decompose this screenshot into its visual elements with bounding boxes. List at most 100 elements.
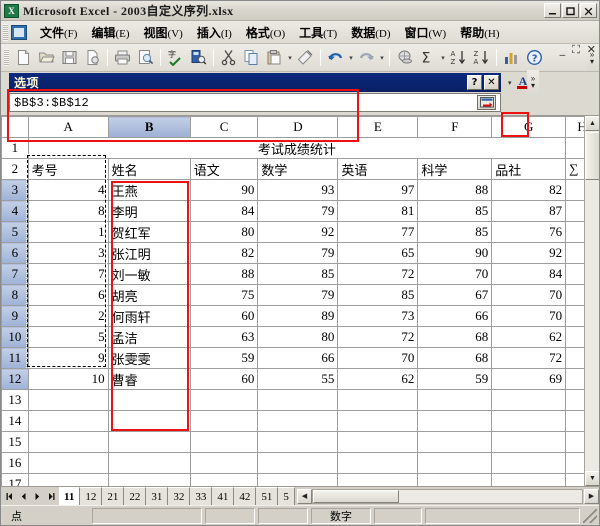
select-all-corner[interactable] bbox=[1, 116, 29, 138]
cell-g10[interactable]: 62 bbox=[491, 326, 567, 348]
column-header-d[interactable]: D bbox=[257, 116, 339, 138]
cell-e2[interactable]: 英语 bbox=[337, 158, 419, 180]
cell-b4[interactable]: 李明 bbox=[107, 200, 191, 222]
cell-b3[interactable]: 王燕 bbox=[107, 179, 191, 201]
paste-icon[interactable] bbox=[264, 47, 285, 68]
menu-window[interactable]: 窗口(W) bbox=[398, 22, 454, 43]
sheet-tab-52-partial[interactable]: 5 bbox=[278, 487, 295, 505]
row-header-8[interactable]: 8 bbox=[1, 284, 29, 306]
resize-grip[interactable] bbox=[583, 508, 597, 523]
dialog-help-button[interactable]: ? bbox=[467, 75, 482, 90]
sheet-tab-41[interactable]: 41 bbox=[212, 487, 235, 505]
toolbar-gripper[interactable] bbox=[4, 49, 9, 66]
last-sheet-button[interactable] bbox=[44, 488, 58, 504]
previous-sheet-button[interactable] bbox=[16, 488, 30, 504]
workbook-close-button[interactable]: ✕ bbox=[587, 43, 596, 57]
spelling-icon[interactable]: 字 bbox=[165, 47, 186, 68]
scroll-right-button[interactable]: ▶ bbox=[584, 488, 599, 504]
redo-chevron-down-icon[interactable]: ▾ bbox=[378, 47, 386, 68]
cell-g7[interactable]: 84 bbox=[491, 263, 567, 285]
cell-b13[interactable] bbox=[107, 389, 191, 411]
cell-b16[interactable] bbox=[107, 452, 191, 474]
workbook-icon[interactable] bbox=[11, 24, 27, 40]
cell-b2[interactable]: 姓名 bbox=[107, 158, 191, 180]
cell-d7[interactable]: 85 bbox=[257, 263, 339, 285]
cell-g14[interactable] bbox=[491, 410, 567, 432]
row-header-5[interactable]: 5 bbox=[1, 221, 29, 243]
cell-g2[interactable]: 品社 bbox=[491, 158, 567, 180]
cell-a7[interactable]: 7 bbox=[27, 263, 109, 285]
cell-a5[interactable]: 1 bbox=[27, 221, 109, 243]
help-icon[interactable]: ? bbox=[524, 47, 545, 68]
formatting-toolbar-overflow-button[interactable]: » ▾ bbox=[527, 70, 540, 94]
row-header-15[interactable]: 15 bbox=[1, 431, 29, 453]
menu-file[interactable]: 文件(F) bbox=[33, 22, 84, 43]
column-header-a[interactable]: A bbox=[27, 116, 109, 138]
cell-c6[interactable]: 82 bbox=[189, 242, 259, 264]
row-header-14[interactable]: 14 bbox=[1, 410, 29, 432]
row-header-11[interactable]: 11 bbox=[1, 347, 29, 369]
cell-e15[interactable] bbox=[337, 431, 419, 453]
column-header-c[interactable]: C bbox=[189, 116, 259, 138]
cell-b14[interactable] bbox=[107, 410, 191, 432]
cell-d12[interactable]: 55 bbox=[257, 368, 339, 390]
row-header-6[interactable]: 6 bbox=[1, 242, 29, 264]
cell-f12[interactable]: 59 bbox=[417, 368, 493, 390]
menu-help[interactable]: 帮助(H) bbox=[453, 22, 506, 43]
cell-e10[interactable]: 72 bbox=[337, 326, 419, 348]
cell-c2[interactable]: 语文 bbox=[189, 158, 259, 180]
close-button[interactable] bbox=[580, 3, 597, 18]
sort-ascending-icon[interactable]: AZ bbox=[448, 47, 469, 68]
cell-e12[interactable]: 62 bbox=[337, 368, 419, 390]
sheet-tab-51[interactable]: 51 bbox=[256, 487, 279, 505]
research-icon[interactable] bbox=[188, 47, 209, 68]
row-header-2[interactable]: 2 bbox=[1, 158, 29, 180]
fill-color-chevron-down-icon[interactable]: ▾ bbox=[506, 79, 514, 87]
cell-f13[interactable] bbox=[417, 389, 493, 411]
new-icon[interactable] bbox=[13, 47, 34, 68]
row-header-9[interactable]: 9 bbox=[1, 305, 29, 327]
sheet-tab-22[interactable]: 22 bbox=[124, 487, 147, 505]
cell-f9[interactable]: 66 bbox=[417, 305, 493, 327]
cell-d11[interactable]: 66 bbox=[257, 347, 339, 369]
row-header-10[interactable]: 10 bbox=[1, 326, 29, 348]
cell-e3[interactable]: 97 bbox=[337, 179, 419, 201]
cell-c3[interactable]: 90 bbox=[189, 179, 259, 201]
cell-b9[interactable]: 何雨轩 bbox=[107, 305, 191, 327]
undo-icon[interactable] bbox=[325, 47, 346, 68]
sort-descending-icon[interactable]: ZA bbox=[471, 47, 492, 68]
hyperlink-icon[interactable] bbox=[394, 47, 415, 68]
sheet-tab-42[interactable]: 42 bbox=[234, 487, 257, 505]
row-header-13[interactable]: 13 bbox=[1, 389, 29, 411]
menubar-gripper[interactable] bbox=[3, 23, 8, 41]
autosum-icon[interactable]: Σ bbox=[417, 47, 438, 68]
cell-e7[interactable]: 72 bbox=[337, 263, 419, 285]
cell-g11[interactable]: 72 bbox=[491, 347, 567, 369]
worksheet-grid[interactable]: A B C D E F G H 1 考试成绩统计 2 考号 姓名 语文 数学 英… bbox=[1, 115, 599, 486]
cell-f6[interactable]: 90 bbox=[417, 242, 493, 264]
cell-f15[interactable] bbox=[417, 431, 493, 453]
cell-d17[interactable] bbox=[257, 473, 339, 486]
cell-f16[interactable] bbox=[417, 452, 493, 474]
cell-c8[interactable]: 75 bbox=[189, 284, 259, 306]
row-header-1[interactable]: 1 bbox=[1, 137, 29, 159]
cell-b6[interactable]: 张江明 bbox=[107, 242, 191, 264]
cell-f7[interactable]: 70 bbox=[417, 263, 493, 285]
cell-b17[interactable] bbox=[107, 473, 191, 486]
vertical-scrollbar-thumb[interactable] bbox=[585, 132, 599, 180]
cell-g12[interactable]: 69 bbox=[491, 368, 567, 390]
column-header-f[interactable]: F bbox=[417, 116, 493, 138]
cell-b12[interactable]: 曹睿 bbox=[107, 368, 191, 390]
cell-d10[interactable]: 80 bbox=[257, 326, 339, 348]
cell-e6[interactable]: 65 bbox=[337, 242, 419, 264]
cell-f4[interactable]: 85 bbox=[417, 200, 493, 222]
format-painter-icon[interactable] bbox=[295, 47, 316, 68]
cell-g17[interactable] bbox=[491, 473, 567, 486]
print-preview-icon[interactable] bbox=[135, 47, 156, 68]
cell-f11[interactable]: 68 bbox=[417, 347, 493, 369]
cell-c16[interactable] bbox=[189, 452, 259, 474]
cell-a4[interactable]: 8 bbox=[27, 200, 109, 222]
scroll-up-button[interactable]: ▲ bbox=[585, 116, 599, 131]
next-sheet-button[interactable] bbox=[30, 488, 44, 504]
cell-e9[interactable]: 73 bbox=[337, 305, 419, 327]
